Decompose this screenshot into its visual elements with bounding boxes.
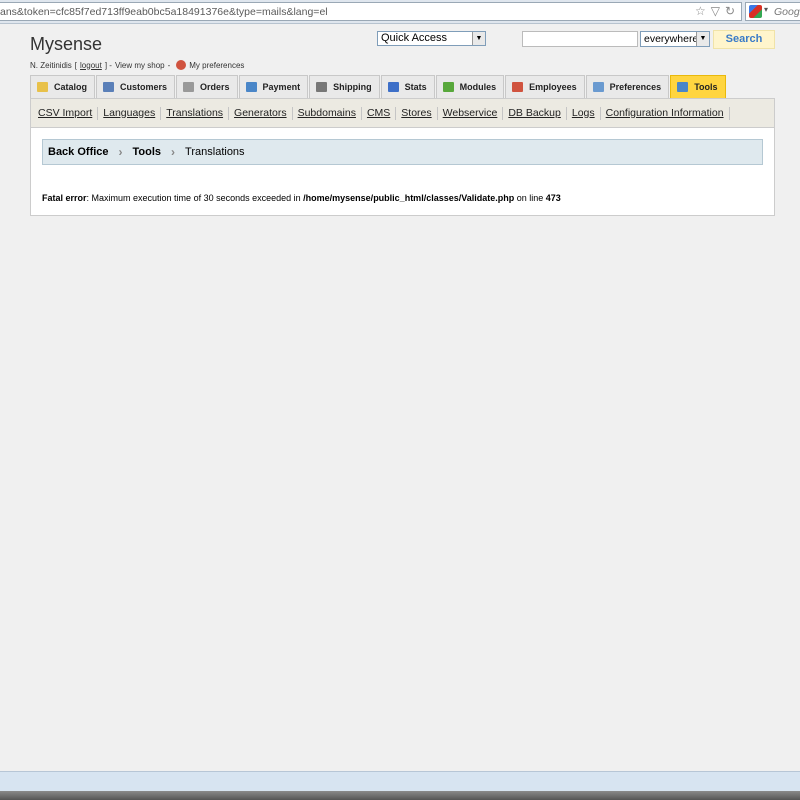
search-scope-value: everywhere	[644, 33, 699, 45]
bookmark-star-icon[interactable]: ☆	[695, 4, 706, 18]
subnav-item-logs[interactable]: Logs	[567, 106, 601, 120]
subnav-item-stores[interactable]: Stores	[396, 106, 438, 120]
tab-modules[interactable]: Modules	[435, 75, 505, 98]
subnav-item-languages[interactable]: Languages	[98, 106, 162, 120]
tab-label: Stats	[404, 82, 427, 92]
tab-catalog[interactable]: Catalog	[30, 75, 96, 98]
chevron-down-icon[interactable]: ▼	[696, 32, 709, 46]
taskbar	[0, 791, 800, 800]
tab-customers[interactable]: Customers	[96, 75, 176, 98]
address-bar[interactable]: ans&token=cfc85f7ed713ff9eab0bc5a1849137…	[0, 2, 742, 21]
browser-toolbar: ans&token=cfc85f7ed713ff9eab0bc5a1849137…	[0, 0, 800, 24]
reload-icon[interactable]: ↻	[725, 4, 735, 18]
chevron-down-icon[interactable]: ▼	[472, 32, 485, 45]
address-bar-url: ans&token=cfc85f7ed713ff9eab0bc5a1849137…	[0, 6, 328, 18]
cart-icon	[183, 82, 195, 92]
tab-employees[interactable]: Employees	[505, 75, 585, 98]
tab-label: Catalog	[54, 82, 88, 92]
tab-tools[interactable]: Tools	[670, 75, 726, 98]
subnav-item-translations[interactable]: Translations	[161, 106, 230, 120]
error-label: Fatal error	[42, 193, 87, 203]
search-engine-dropdown-icon[interactable]: ▾	[764, 5, 768, 14]
tab-payment[interactable]: Payment	[238, 75, 309, 98]
employee-icon	[512, 82, 524, 92]
subnav-item-webservice[interactable]: Webservice	[438, 106, 504, 120]
tab-preferences[interactable]: Preferences	[585, 75, 670, 98]
preferences-user-icon	[176, 60, 187, 70]
browser-search-box[interactable]: ▾ Google	[745, 2, 800, 21]
error-suffix: on line	[514, 193, 546, 203]
subnav-item-generators[interactable]: Generators	[229, 106, 293, 120]
main-tabs: Catalog Customers Orders Payment Shipping Sta…	[30, 75, 726, 98]
payment-icon	[245, 82, 257, 92]
user-info: N. Zeitinidis [ logout ] - View my shop …	[30, 60, 245, 70]
logout-link[interactable]: logout	[80, 61, 102, 70]
chart-icon	[387, 82, 399, 92]
folder-icon	[37, 82, 48, 92]
subnav-item-cms[interactable]: CMS	[362, 106, 397, 120]
tab-orders[interactable]: Orders	[176, 75, 238, 98]
subnav-item-subdomains[interactable]: Subdomains	[293, 106, 362, 120]
tab-shipping[interactable]: Shipping	[309, 75, 380, 98]
tab-label: Employees	[529, 82, 577, 92]
browser-status-bar	[0, 771, 800, 791]
error-path: /home/mysense/public_html/classes/Valida…	[303, 193, 515, 203]
quick-access-select[interactable]: Quick Access ▼	[377, 31, 486, 46]
search-button[interactable]: Search	[713, 30, 775, 49]
tab-label: Shipping	[333, 82, 372, 92]
subnav-item-csv-import[interactable]: CSV Import	[33, 106, 99, 120]
preferences-icon	[592, 82, 604, 92]
tab-label: Preferences	[609, 82, 662, 92]
search-scope-select[interactable]: everywhere ▼	[640, 31, 710, 47]
tab-stats[interactable]: Stats	[380, 75, 435, 98]
search-input[interactable]	[522, 31, 638, 47]
browser-search-placeholder: Google	[774, 6, 800, 18]
chevron-right-icon: ›	[171, 145, 176, 159]
breadcrumb-item-tools[interactable]: Tools	[133, 146, 162, 158]
tab-label: Tools	[694, 82, 718, 92]
user-name: N. Zeitinidis	[30, 60, 72, 70]
tab-label: Orders	[200, 82, 230, 92]
address-bar-icons: ☆ ▽ ↻	[695, 4, 735, 18]
quick-access-label: Quick Access	[381, 32, 448, 44]
truck-icon	[316, 82, 328, 92]
breadcrumb: Back Office › Tools › Translations	[42, 139, 763, 165]
tools-subnav: CSV Import Languages Translations Generator…	[30, 98, 775, 128]
user-icon	[103, 82, 115, 92]
google-icon[interactable]	[749, 5, 762, 18]
subnav-item-db-backup[interactable]: DB Backup	[503, 106, 567, 120]
fatal-error-message: Fatal error: Maximum execution time of 3…	[42, 193, 561, 203]
tab-label: Modules	[459, 82, 497, 92]
error-line: 473	[545, 193, 561, 203]
wrench-icon	[677, 82, 689, 92]
breadcrumb-item-back-office[interactable]: Back Office	[48, 146, 109, 158]
my-preferences-link[interactable]: My preferences	[189, 61, 244, 70]
subnav-item-configuration-information[interactable]: Configuration Information	[601, 106, 730, 120]
breadcrumb-item-translations: Translations	[185, 146, 245, 158]
content-panel: Back Office › Tools › Translations Fatal…	[30, 128, 775, 216]
history-dropdown-icon[interactable]: ▽	[711, 4, 720, 18]
tab-label: Customers	[120, 82, 168, 92]
puzzle-icon	[442, 82, 454, 92]
error-message: : Maximum execution time of 30 seconds e…	[86, 193, 304, 203]
shop-title: Mysense	[30, 34, 103, 54]
tab-label: Payment	[262, 82, 301, 92]
view-shop-link[interactable]: View my shop	[115, 61, 165, 70]
chevron-right-icon: ›	[118, 145, 123, 159]
